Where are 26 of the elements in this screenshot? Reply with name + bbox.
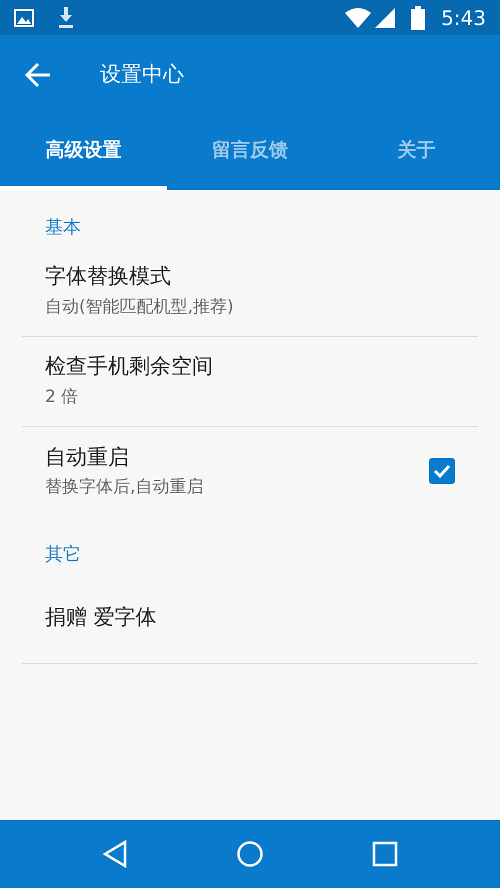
preference-summary: 2 倍	[45, 386, 80, 408]
section-header: 其它	[45, 544, 81, 565]
checkbox[interactable]	[429, 458, 455, 484]
preference-title: 检查手机剩余空间	[45, 353, 214, 380]
preference-title: 捐赠 爱字体	[45, 604, 158, 631]
preference-row[interactable]: 检查手机剩余空间 2 倍	[22, 337, 478, 427]
home-button[interactable]	[236, 840, 264, 868]
recents-button[interactable]	[372, 841, 398, 867]
preference-summary: 替换字体后,自动重启	[45, 476, 204, 499]
preference-row[interactable]: 捐赠 爱字体	[22, 574, 478, 664]
download-icon	[58, 6, 74, 28]
preference-title: 自动重启	[45, 444, 130, 470]
toolbar-title: 设置中心	[100, 61, 184, 88]
back-nav-button[interactable]	[102, 840, 128, 868]
back-button[interactable]	[24, 61, 52, 89]
tab[interactable]: 高级设置	[0, 115, 167, 190]
status-time: 5:43	[441, 4, 486, 32]
image-icon	[14, 8, 34, 26]
preference-row[interactable]: 字体替换模式 自动(智能匹配机型,推荐)	[22, 247, 478, 337]
signal-icon	[375, 8, 396, 28]
section-header: 基本	[45, 217, 81, 238]
preference-summary: 自动(智能匹配机型,推荐)	[45, 296, 235, 318]
battery-icon	[411, 6, 426, 30]
preference-row[interactable]: 自动重启 替换字体后,自动重启	[22, 427, 478, 517]
wifi-icon	[345, 8, 372, 28]
preference-title: 字体替换模式	[45, 263, 172, 290]
